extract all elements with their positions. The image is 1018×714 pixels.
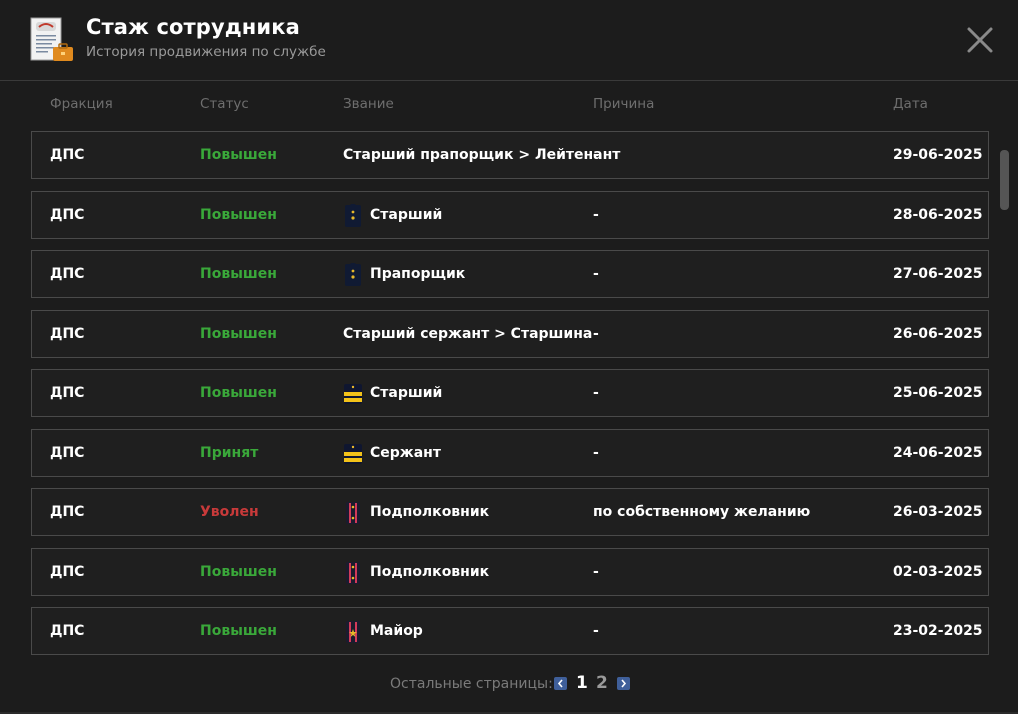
- rank-cell: Старший: [370, 385, 443, 401]
- window-header: Стаж сотрудника История продвижения по с…: [0, 0, 1018, 81]
- chevron-left-icon: [557, 679, 563, 688]
- status-cell: Повышен: [200, 266, 277, 282]
- status-cell: Повышен: [200, 325, 277, 342]
- page-subtitle: История продвижения по службе: [86, 44, 326, 60]
- history-row[interactable]: ДПС Повышен Майор - 23-02-2025: [31, 607, 989, 655]
- rank-cell: Старший сержант > Старшина: [343, 325, 593, 342]
- date-cell: 25-06-2025: [893, 385, 983, 401]
- faction-cell: ДПС: [50, 444, 85, 461]
- column-header-rank[interactable]: Звание: [343, 96, 394, 112]
- column-header-reason[interactable]: Причина: [593, 96, 654, 112]
- page-2-button[interactable]: 2: [596, 673, 608, 693]
- reason-cell: -: [593, 206, 599, 223]
- reason-cell: -: [593, 563, 599, 580]
- history-row[interactable]: ДПС Принят Сержант - 24-06-2025: [31, 428, 989, 477]
- chevron-right-icon: [621, 679, 627, 688]
- status-cell: Уволен: [200, 504, 259, 520]
- gold-stripes-epaulet-icon: [344, 384, 362, 404]
- history-row[interactable]: ДПС Повышен Старший - 28-06-2025: [31, 190, 989, 239]
- column-header-status[interactable]: Статус: [200, 96, 249, 112]
- rank-cell: Старший: [370, 206, 443, 223]
- faction-cell: ДПС: [50, 623, 85, 639]
- faction-cell: ДПС: [50, 325, 85, 342]
- rank-cell: Старший прапорщик > Лейтенант: [343, 147, 621, 163]
- date-cell: 28-06-2025: [893, 206, 983, 223]
- rank-cell: Подполковник: [370, 563, 490, 580]
- reason-cell: -: [593, 385, 599, 401]
- red-double-stripe-star-epaulet-icon: [346, 621, 360, 643]
- faction-cell: ДПС: [50, 504, 85, 520]
- gold-stripes-epaulet-icon: [344, 443, 362, 464]
- date-cell: 26-03-2025: [893, 504, 983, 520]
- history-row[interactable]: ДПС Повышен Прапорщик - 27-06-2025: [31, 250, 989, 298]
- rank-cell: Прапорщик: [370, 266, 466, 282]
- next-page-button[interactable]: [617, 677, 630, 690]
- scrollbar-thumb[interactable]: [1000, 150, 1009, 210]
- history-row[interactable]: ДПС Повышен Подполковник - 02-03-2025: [31, 547, 989, 596]
- column-headers: Фракция Статус Звание Причина Дата: [0, 96, 1000, 116]
- reason-cell: по собственному желанию: [593, 504, 811, 520]
- service-history-window: Стаж сотрудника История продвижения по с…: [0, 0, 1018, 714]
- reason-cell: -: [593, 266, 599, 282]
- faction-cell: ДПС: [50, 147, 85, 163]
- date-cell: 23-02-2025: [893, 623, 983, 639]
- faction-cell: ДПС: [50, 266, 85, 282]
- column-header-faction[interactable]: Фракция: [50, 96, 113, 112]
- faction-cell: ДПС: [50, 385, 85, 401]
- date-cell: 29-06-2025: [893, 147, 983, 163]
- date-cell: 26-06-2025: [893, 325, 983, 342]
- status-cell: Повышен: [200, 385, 277, 401]
- red-double-stripe-epaulet-icon: [346, 502, 360, 524]
- status-cell: Повышен: [200, 623, 277, 639]
- status-cell: Принят: [200, 444, 259, 461]
- reason-cell: -: [593, 444, 599, 461]
- history-list: ДПС Повышен Старший прапорщик > Лейтенант -…: [31, 131, 989, 655]
- faction-cell: ДПС: [50, 563, 85, 580]
- reason-cell: -: [593, 147, 599, 163]
- red-double-stripe-epaulet-icon: [346, 561, 360, 584]
- prev-page-button[interactable]: [554, 677, 567, 690]
- rank-cell: Майор: [370, 623, 423, 639]
- page-1-button[interactable]: 1: [576, 673, 588, 693]
- date-cell: 02-03-2025: [893, 563, 983, 580]
- rank-cell: Подполковник: [370, 504, 490, 520]
- navy-epaulet-star-icon: [345, 203, 361, 227]
- history-row[interactable]: ДПС Повышен Старший сержант > Старшина - 26-…: [31, 309, 989, 358]
- status-cell: Повышен: [200, 563, 277, 580]
- reason-cell: -: [593, 325, 599, 342]
- pagination-label: Остальные страницы:: [390, 676, 553, 692]
- date-cell: 24-06-2025: [893, 444, 983, 461]
- close-icon[interactable]: [964, 24, 996, 56]
- column-header-date[interactable]: Дата: [893, 96, 928, 112]
- date-cell: 27-06-2025: [893, 266, 983, 282]
- reason-cell: -: [593, 623, 599, 639]
- faction-cell: ДПС: [50, 206, 85, 223]
- status-cell: Повышен: [200, 206, 277, 223]
- document-briefcase-icon: [30, 17, 73, 61]
- navy-epaulet-star-icon: [345, 263, 361, 286]
- pagination: Остальные страницы: 1 2: [0, 673, 1018, 695]
- history-row[interactable]: ДПС Повышен Старший - 25-06-2025: [31, 369, 989, 417]
- history-row[interactable]: ДПС Повышен Старший прапорщик > Лейтенант -…: [31, 131, 989, 179]
- status-cell: Повышен: [200, 147, 277, 163]
- page-title: Стаж сотрудника: [86, 15, 300, 39]
- history-row[interactable]: ДПС Уволен Подполковник по собственному жел…: [31, 488, 989, 536]
- rank-cell: Сержант: [370, 444, 441, 461]
